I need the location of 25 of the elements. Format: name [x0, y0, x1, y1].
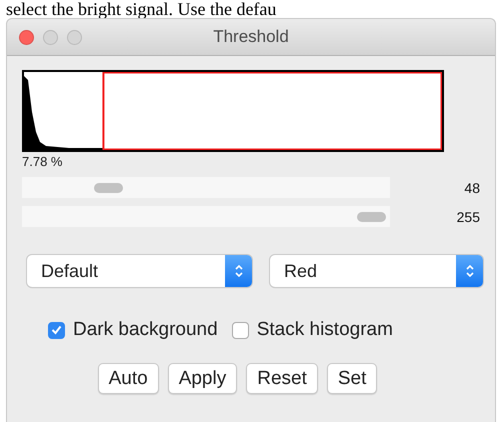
zoom-button[interactable]: [67, 30, 82, 45]
action-button[interactable]: Reset: [246, 363, 318, 394]
checkbox-label: Stack histogram: [256, 319, 393, 341]
percent-label: 7.78 %: [22, 154, 62, 169]
updown-icon: [464, 263, 474, 279]
slider-track[interactable]: [22, 177, 390, 198]
slider-value: 48: [463, 180, 481, 196]
checkmark-icon: [51, 325, 62, 335]
slider-thumb[interactable]: [357, 212, 386, 222]
window-title: Threshold: [213, 27, 289, 47]
action-button[interactable]: Set: [326, 363, 378, 394]
checkbox-label: Dark background: [73, 319, 218, 341]
slider-thumb[interactable]: [94, 183, 123, 193]
slider-track[interactable]: [22, 206, 390, 227]
checkbox[interactable]: [232, 322, 249, 338]
checkbox[interactable]: [48, 322, 65, 338]
close-button[interactable]: [19, 30, 34, 45]
updown-icon: [234, 263, 244, 279]
slider-value: 255: [456, 208, 481, 224]
minimize-button[interactable]: [43, 30, 58, 45]
dropdown[interactable]: Default: [27, 255, 252, 287]
background-text: select the bright signal. Use the defau: [5, 0, 278, 18]
dropdown[interactable]: Red: [270, 255, 483, 287]
action-button[interactable]: Apply: [168, 363, 238, 394]
action-button[interactable]: Auto: [98, 363, 159, 394]
